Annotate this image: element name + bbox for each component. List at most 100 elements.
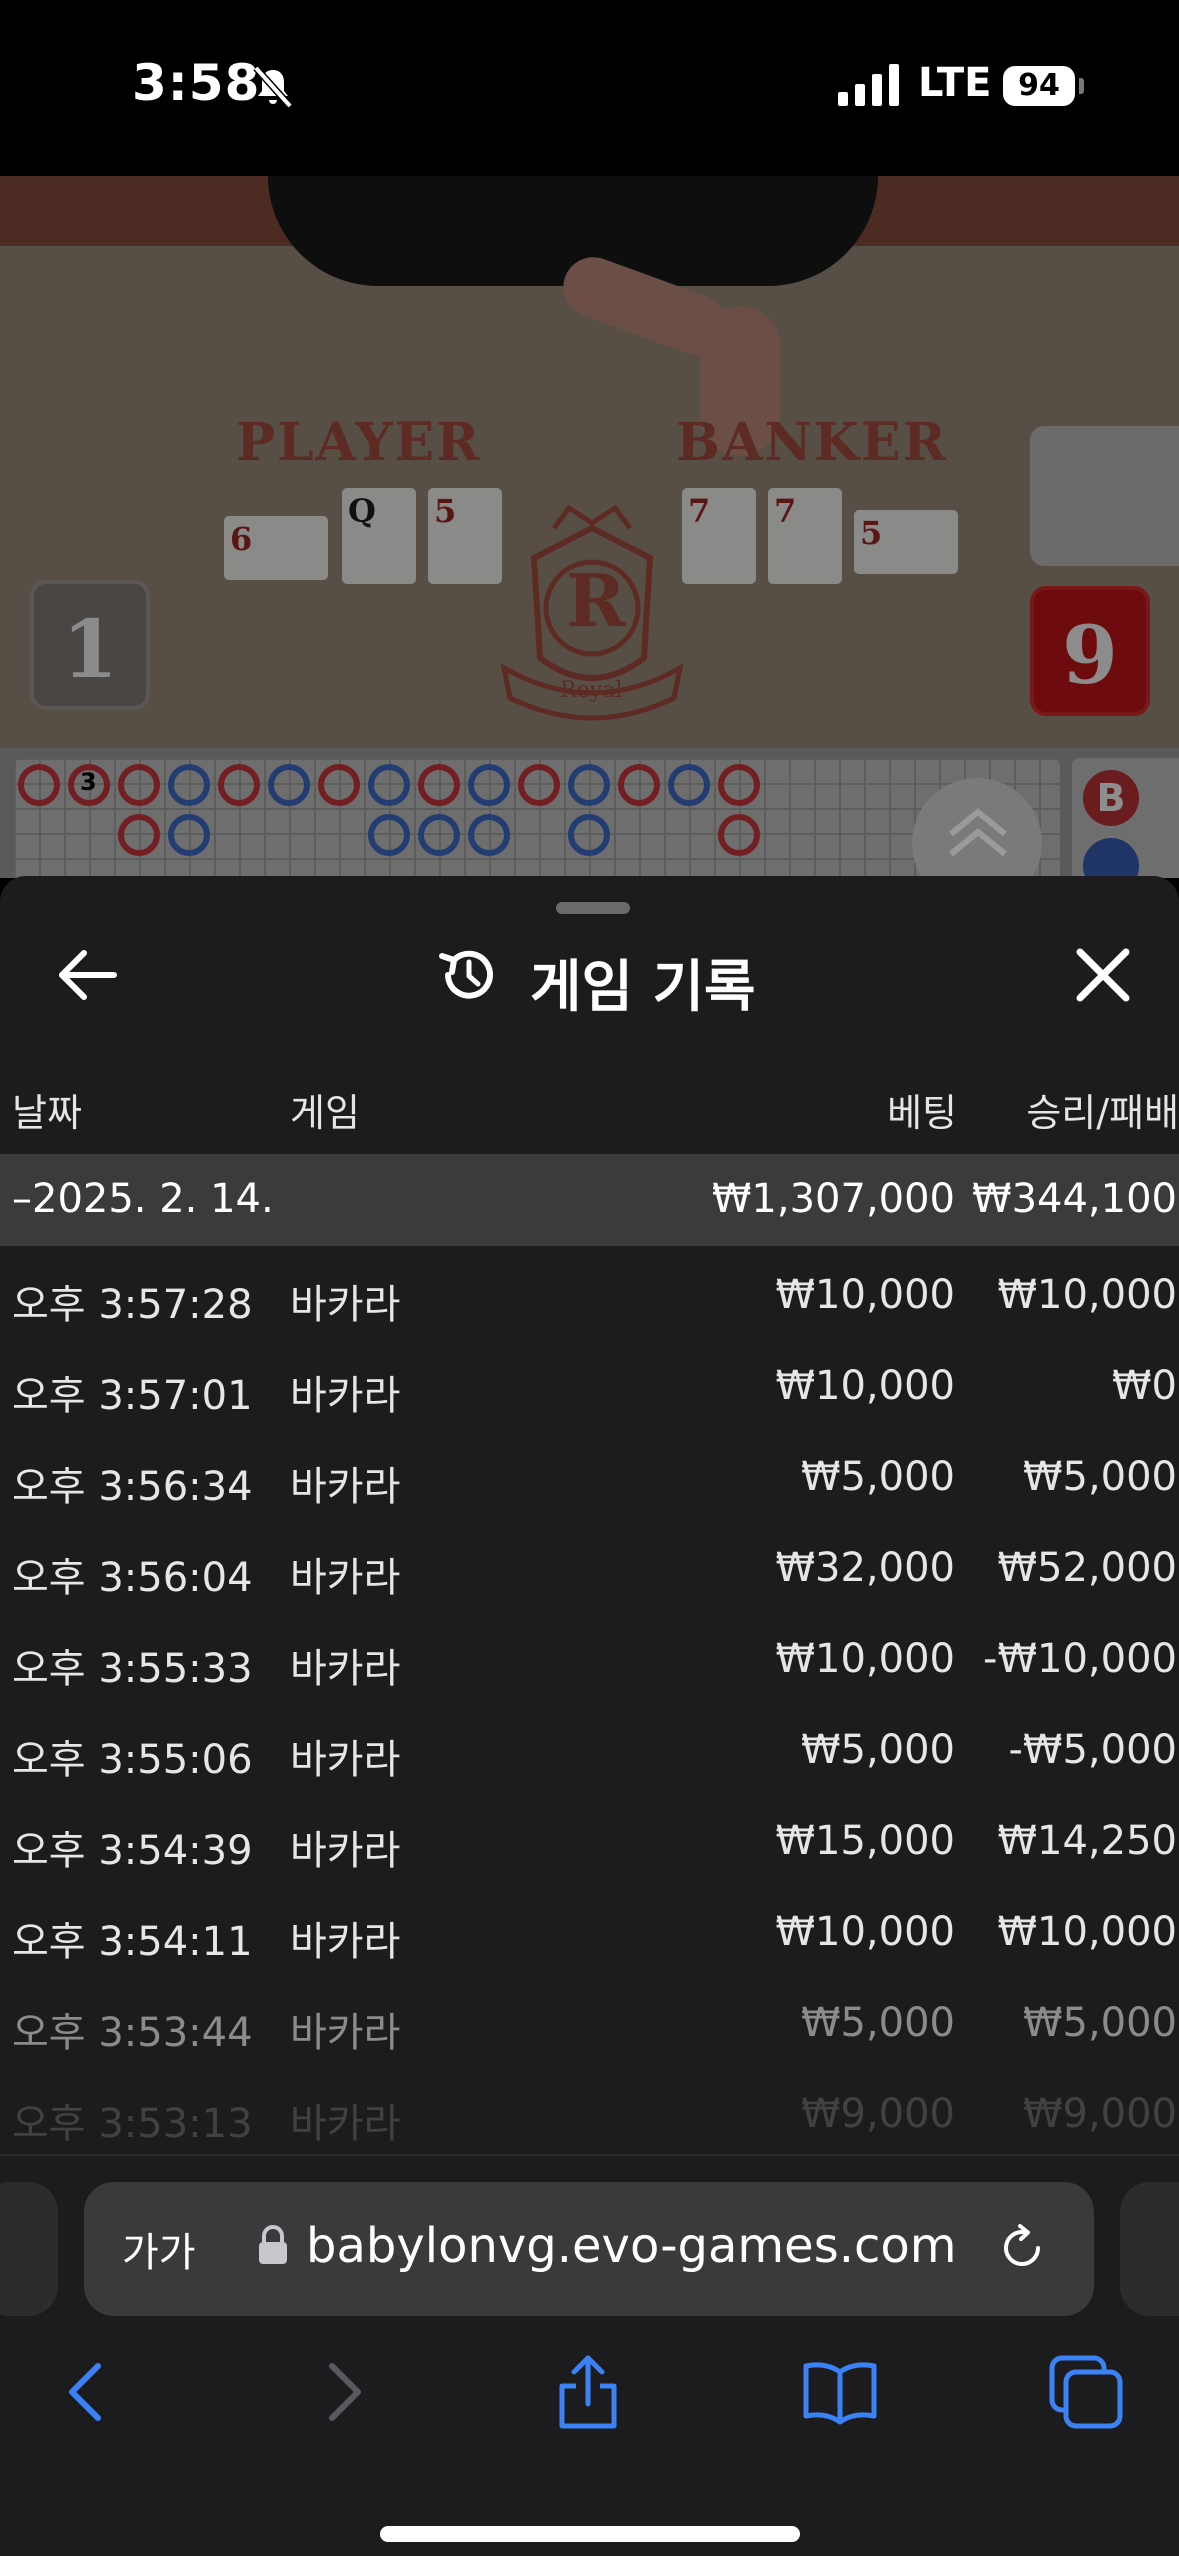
tabs-icon[interactable] [1046, 2352, 1126, 2432]
history-icon [439, 950, 493, 999]
close-button[interactable] [1068, 940, 1138, 1010]
table-row[interactable]: 오후 3:54:11 바카라 ₩10,000 ₩10,000 [0, 1887, 1179, 1978]
share-icon[interactable] [548, 2352, 628, 2432]
table-row[interactable]: 오후 3:54:39 바카라 ₩15,000 ₩14,250 [0, 1796, 1179, 1887]
card-rank: Q [348, 492, 376, 530]
table-row[interactable]: 오후 3:53:13 바카라 ₩9,000 ₩9,000 [0, 2069, 1179, 2154]
row-game: 바카라 [290, 1464, 401, 1510]
game-video[interactable]: PLAYER BANKER 6 Q 5 7 7 5 R Royal 1 9 [0, 176, 1179, 748]
row-bet: ₩10,000 [775, 1363, 955, 1409]
column-result: 승리/패배 [1026, 1091, 1179, 1135]
row-result: ₩5,000 [1022, 2000, 1177, 2046]
table-row[interactable]: 오후 3:56:34 바카라 ₩5,000 ₩5,000 [0, 1432, 1179, 1523]
chevron-left-icon[interactable] [48, 2352, 128, 2432]
row-result: -₩10,000 [983, 1636, 1177, 1682]
table-row[interactable]: 오후 3:55:33 바카라 ₩10,000 -₩10,000 [0, 1614, 1179, 1705]
address-bar[interactable]: 가가 babylonvg.evo-games.com [84, 2182, 1094, 2316]
player-card-2: Q [342, 488, 416, 584]
player-score: 1 [30, 580, 150, 710]
row-time: 오후 3:57:28 [12, 1282, 253, 1328]
row-game: 바카라 [290, 1282, 401, 1328]
road-dot [318, 764, 360, 806]
row-bet: ₩32,000 [775, 1545, 955, 1591]
player-card-1: 6 [224, 516, 328, 580]
row-game: 바카라 [290, 1646, 401, 1692]
row-result: ₩10,000 [997, 1272, 1177, 1318]
table-row[interactable]: 오후 3:55:06 바카라 ₩5,000 -₩5,000 [0, 1705, 1179, 1796]
row-bet: ₩5,000 [800, 1454, 955, 1500]
card-rank: 6 [230, 520, 253, 558]
date-group-row[interactable]: –2025. 2. 14. ₩1,307,000 ₩344,100 [0, 1154, 1179, 1246]
lock-icon [259, 2225, 287, 2264]
sheet-title: 게임 기록 [530, 955, 756, 1020]
road-dot [268, 764, 310, 806]
road-dot [468, 764, 510, 806]
row-bet: ₩15,000 [775, 1818, 955, 1864]
row-bet: ₩10,000 [775, 1272, 955, 1318]
history-rows: 오후 3:57:28 바카라 ₩10,000 ₩10,000 오후 3:57:0… [0, 1250, 1179, 2154]
next-tab-preview[interactable] [1120, 2182, 1179, 2316]
road-dot [718, 814, 760, 856]
road-dot [568, 814, 610, 856]
road-dot [18, 764, 60, 806]
row-result: ₩0 [1112, 1363, 1177, 1409]
column-game: 게임 [290, 1091, 360, 1135]
card-rank: 7 [774, 492, 797, 530]
previous-tab-preview[interactable] [0, 2182, 58, 2316]
url-text: babylonvg.evo-games.com [306, 2218, 957, 2274]
player-label: PLAYER [236, 412, 482, 473]
arrow-left-icon [59, 950, 117, 1000]
banker-label: BANKER [676, 412, 948, 473]
row-result: ₩5,000 [1022, 1454, 1177, 1500]
card-shoe [1030, 426, 1179, 566]
chevron-right-icon[interactable] [302, 2352, 382, 2432]
home-indicator[interactable] [380, 2526, 800, 2542]
row-result: ₩52,000 [997, 1545, 1177, 1591]
card-rank: 7 [688, 492, 711, 530]
logo-letter: R [566, 558, 626, 643]
road-dot [518, 764, 560, 806]
table-row[interactable]: 오후 3:53:44 바카라 ₩5,000 ₩5,000 [0, 1978, 1179, 2069]
road-dot [118, 764, 160, 806]
row-bet: ₩10,000 [775, 1909, 955, 1955]
row-bet: ₩5,000 [800, 1727, 955, 1773]
row-time: 오후 3:55:06 [12, 1737, 253, 1783]
book-icon[interactable] [800, 2352, 880, 2432]
banker-predict-badge[interactable]: B [1083, 770, 1139, 826]
row-bet: ₩5,000 [800, 2000, 955, 2046]
row-time: 오후 3:56:04 [12, 1555, 253, 1601]
road-dot [368, 814, 410, 856]
row-time: 오후 3:53:13 [12, 2101, 253, 2147]
row-game: 바카라 [290, 2101, 401, 2147]
road-dot: 3 [68, 764, 110, 806]
reload-icon[interactable] [996, 2222, 1048, 2274]
browser-bar: 가가 babylonvg.evo-games.com [0, 2154, 1179, 2556]
row-time: 오후 3:57:01 [12, 1373, 253, 1419]
row-game: 바카라 [290, 1919, 401, 1965]
road-dot [618, 764, 660, 806]
road-dot [368, 764, 410, 806]
roadmap: 3 B [0, 748, 1179, 878]
text-size-button[interactable]: 가가 [122, 2220, 196, 2278]
group-date: –2025. 2. 14. [12, 1176, 274, 1222]
row-time: 오후 3:56:34 [12, 1464, 253, 1510]
column-bet: 베팅 [887, 1091, 957, 1135]
row-result: ₩10,000 [997, 1909, 1177, 1955]
row-time: 오후 3:53:44 [12, 2010, 253, 2056]
sheet-grabber[interactable] [556, 902, 630, 914]
back-button[interactable] [54, 940, 124, 1010]
group-result-total: ₩344,100 [972, 1176, 1177, 1222]
banker-card-2: 7 [768, 488, 842, 584]
table-header: 날짜 게임 베팅 승리/패배 [0, 1072, 1179, 1135]
road-dot [468, 814, 510, 856]
table-row[interactable]: 오후 3:56:04 바카라 ₩32,000 ₩52,000 [0, 1523, 1179, 1614]
row-bet: ₩10,000 [775, 1636, 955, 1682]
battery-tip [1079, 78, 1084, 94]
table-row[interactable]: 오후 3:57:28 바카라 ₩10,000 ₩10,000 [0, 1250, 1179, 1341]
road-dot [168, 814, 210, 856]
network-label: LTE [918, 60, 992, 106]
status-time: 3:58 [132, 54, 261, 112]
table-row[interactable]: 오후 3:57:01 바카라 ₩10,000 ₩0 [0, 1341, 1179, 1432]
road-dot [718, 764, 760, 806]
game-history-sheet: 게임 기록 날짜 게임 베팅 승리/패배 –2025. 2. 14. ₩1,30… [0, 876, 1179, 2154]
